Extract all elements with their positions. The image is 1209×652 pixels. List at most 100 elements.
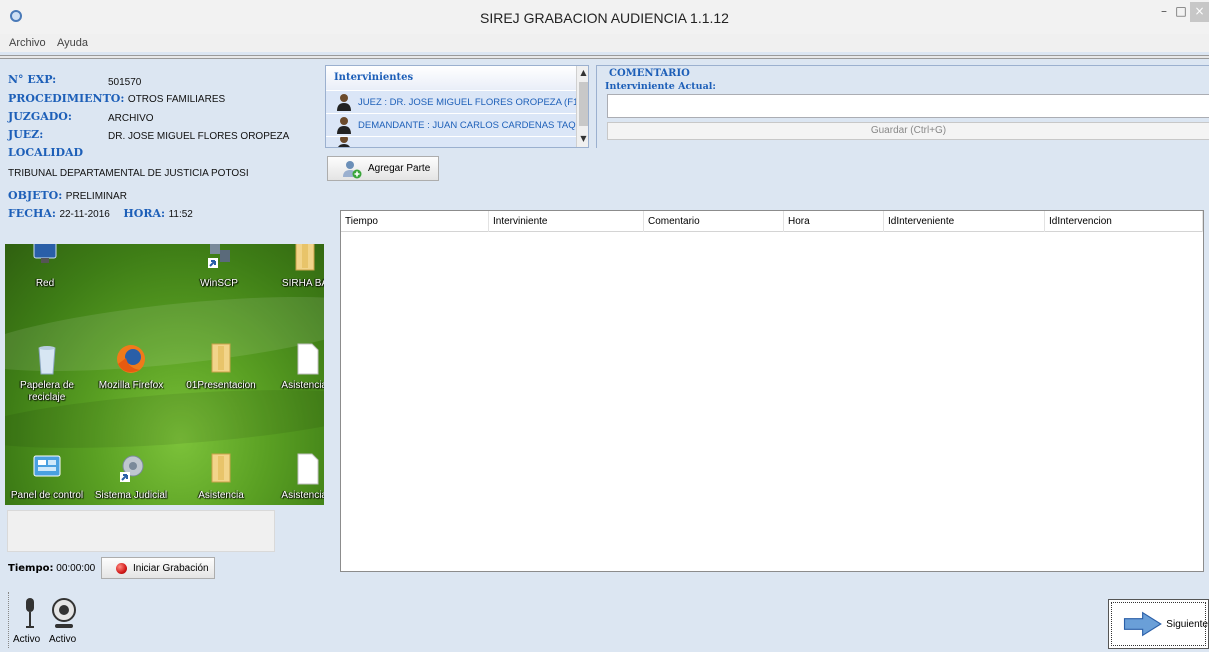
column-header-idinterveniente[interactable]: IdInterveniente <box>884 211 1045 232</box>
scroll-up-icon[interactable]: ▲ <box>577 66 588 80</box>
interviniente-label: JUEZ : DR. JOSE MIGUEL FLORES OROPEZA (F… <box>358 96 576 108</box>
exp-label: N° EXP: <box>8 73 57 86</box>
hora-label: HORA: <box>123 207 166 220</box>
fecha-row: FECHA: 22-11-2016 HORA: 11:52 <box>8 207 193 220</box>
desktop-icon-label: Asistencia_ <box>281 380 324 391</box>
procedimiento-label: PROCEDIMIENTO: <box>8 92 125 105</box>
interviniente-item-partial[interactable] <box>326 137 576 147</box>
objeto-label: OBJETO: <box>8 189 63 202</box>
start-recording-button[interactable]: Iniciar Grabación <box>101 557 215 579</box>
document-icon <box>297 343 319 375</box>
agregar-parte-button[interactable]: Agregar Parte <box>327 156 439 181</box>
column-header-tiempo[interactable]: Tiempo <box>341 211 489 232</box>
window-title: SIREJ GRABACION AUDIENCIA 1.1.12 <box>480 10 729 26</box>
interviniente-label: DEMANDANTE : JUAN CARLOS CARDENAS TAQUI <box>358 119 576 131</box>
intervinientes-scrollbar[interactable]: ▲ ▼ <box>576 66 588 147</box>
guardar-button[interactable]: Guardar (Ctrl+G) <box>607 122 1209 140</box>
maximize-button[interactable]: □ <box>1174 2 1188 22</box>
folder-icon <box>295 244 315 271</box>
desktop-icon: Asistencia_ <box>267 342 324 392</box>
desktop-icon: SIRHA BA <box>265 244 324 290</box>
fecha-value: 22-11-2016 <box>59 209 110 220</box>
folder-icon <box>211 343 231 373</box>
desktop-icon-label: 01Presentacion <box>186 380 256 391</box>
localidad-row: LOCALIDAD <box>8 146 83 159</box>
exp-row: N° EXP: <box>8 73 56 86</box>
juez-value-wrap: DR. JOSE MIGUEL FLORES OROPEZA <box>108 129 289 142</box>
desktop-icon-label: Papelera de reciclaje <box>20 380 74 403</box>
comentario-input[interactable] <box>607 94 1209 118</box>
column-header-interviniente[interactable]: Interviniente <box>489 211 644 232</box>
minimize-button[interactable]: – <box>1157 2 1171 22</box>
hora-value: 11:52 <box>168 209 193 220</box>
title-bar: SIREJ GRABACION AUDIENCIA 1.1.12 – □ × <box>0 0 1209 34</box>
localidad-value: TRIBUNAL DEPARTAMENTAL DE JUSTICIA POTOS… <box>8 168 249 179</box>
person-icon <box>337 94 351 111</box>
document-icon <box>297 453 319 485</box>
firefox-icon <box>117 345 145 373</box>
exp-value: 501570 <box>108 77 142 88</box>
person-icon <box>338 137 350 147</box>
juzgado-row: JUZGADO: <box>8 110 72 123</box>
mic-status-label: Activo <box>13 634 41 645</box>
juez-label: JUEZ: <box>8 128 44 141</box>
close-button[interactable]: × <box>1190 2 1209 22</box>
desktop-icon: Red <box>5 244 85 290</box>
column-header-idintervencion[interactable]: IdIntervencion <box>1045 211 1203 232</box>
control-panel-icon <box>33 455 61 477</box>
juez-value: DR. JOSE MIGUEL FLORES OROPEZA <box>108 131 290 142</box>
scroll-thumb[interactable] <box>579 82 588 126</box>
desktop-icon: Mozilla Firefox <box>91 342 171 392</box>
interviniente-item[interactable]: JUEZ : DR. JOSE MIGUEL FLORES OROPEZA (F… <box>326 91 576 113</box>
webcam-icon[interactable] <box>51 598 77 630</box>
desktop-icon-label: SIRHA BA <box>281 278 324 289</box>
folder-icon <box>211 453 231 483</box>
column-header-hora[interactable]: Hora <box>784 211 884 232</box>
juzgado-label: JUZGADO: <box>8 110 72 123</box>
table-header: Tiempo Interviniente Comentario Hora IdI… <box>341 211 1203 232</box>
menu-archivo[interactable]: Archivo <box>9 37 46 49</box>
menu-bar: Archivo Ayuda <box>0 34 1209 52</box>
intervenciones-table[interactable]: Tiempo Interviniente Comentario Hora IdI… <box>340 210 1204 572</box>
interviniente-actual-label: Interviniente Actual: <box>605 81 716 92</box>
add-user-icon <box>343 160 362 178</box>
scroll-down-icon[interactable]: ▼ <box>577 132 588 146</box>
intervinientes-title: Intervinientes <box>334 72 414 83</box>
desktop-icon: Asistencia_ <box>267 452 324 502</box>
desktop-icon: WinSCP <box>179 244 259 290</box>
desktop-icon: 01Presentacion <box>181 342 261 392</box>
desktop-icon-label: Asistencia <box>198 490 244 501</box>
siguiente-button[interactable]: Siguiente <box>1108 599 1209 649</box>
exp-value-wrap: 501570 <box>108 75 141 88</box>
localidad-label: LOCALIDAD <box>8 146 84 159</box>
tiempo-label: Tiempo: <box>8 563 54 574</box>
desktop-icon: Papelera de reciclaje <box>7 342 87 404</box>
person-icon <box>337 117 351 134</box>
interviniente-item[interactable]: DEMANDANTE : JUAN CARLOS CARDENAS TAQUI <box>326 114 576 136</box>
microphone-icon[interactable] <box>23 598 37 630</box>
desktop-icon-label: Red <box>35 278 55 289</box>
comentario-panel: COMENTARIO Interviniente Actual: Guardar… <box>596 65 1209 148</box>
desktop-icon: Panel de control <box>7 452 87 502</box>
intervinientes-header: Intervinientes <box>326 66 576 90</box>
desktop-icon-label: Asistencia_ <box>281 490 324 501</box>
winscp-icon <box>208 244 230 268</box>
menu-ayuda[interactable]: Ayuda <box>57 37 88 49</box>
objeto-value: PRELIMINAR <box>65 191 127 202</box>
procedimiento-value: OTROS FAMILIARES <box>127 94 226 105</box>
juzgado-value-wrap: ARCHIVO <box>108 111 154 124</box>
arrow-right-icon <box>1123 611 1162 637</box>
procedimiento-row: PROCEDIMIENTO: OTROS FAMILIARES <box>8 92 225 105</box>
column-header-comentario[interactable]: Comentario <box>644 211 784 232</box>
start-recording-label: Iniciar Grabación <box>133 562 209 574</box>
objeto-row: OBJETO: PRELIMINAR <box>8 189 127 202</box>
system-icon <box>120 455 144 482</box>
desktop-icon: Asistencia <box>181 452 261 502</box>
localidad-value-wrap: TRIBUNAL DEPARTAMENTAL DE JUSTICIA POTOS… <box>8 166 249 179</box>
cam-status-label: Activo <box>49 634 77 645</box>
record-icon <box>116 562 127 574</box>
menu-separator <box>0 55 1209 59</box>
juzgado-value: ARCHIVO <box>108 113 154 124</box>
screen-preview: Red WinSCP SIRHA BA Papelera de reciclaj… <box>5 244 324 505</box>
audio-level-panel <box>7 510 275 552</box>
